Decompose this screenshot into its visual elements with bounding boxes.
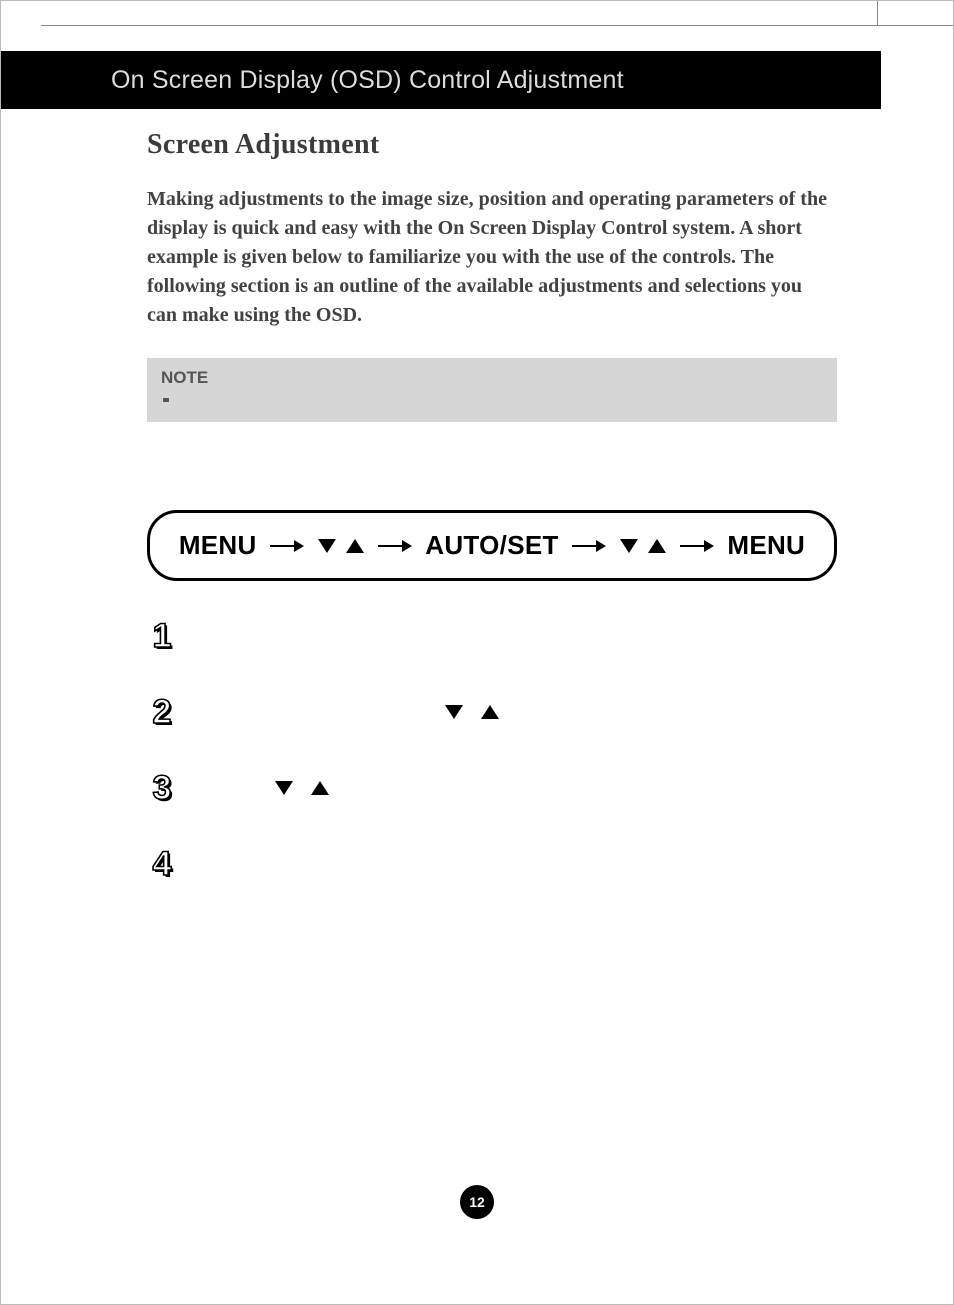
step-row: 2	[147, 693, 837, 731]
page-number: 12	[469, 1194, 485, 1210]
crop-tick	[877, 1, 878, 25]
menu-label: MENU	[179, 530, 257, 561]
down-up-pair	[275, 781, 329, 795]
step-number: 2	[147, 695, 177, 729]
section-title: Screen Adjustment	[147, 129, 847, 161]
page: On Screen Display (OSD) Control Adjustme…	[0, 0, 954, 1305]
arrow-right-icon	[378, 539, 412, 553]
note-box: NOTE	[147, 358, 837, 422]
step-number: 3	[147, 771, 177, 805]
header-title: On Screen Display (OSD) Control Adjustme…	[111, 66, 624, 95]
crop-marks	[1, 1, 953, 51]
down-up-pair	[620, 539, 666, 553]
arrow-right-icon	[270, 539, 304, 553]
header-band: On Screen Display (OSD) Control Adjustme…	[1, 51, 881, 109]
intro-paragraph: Making adjustments to the image size, po…	[147, 185, 837, 330]
down-up-pair	[445, 705, 499, 719]
triangle-up-icon	[346, 539, 364, 553]
steps-list: 1 2 3 4	[147, 617, 837, 883]
triangle-up-icon	[648, 539, 666, 553]
step-row: 3	[147, 769, 837, 807]
triangle-down-icon	[275, 781, 293, 795]
triangle-down-icon	[318, 539, 336, 553]
arrow-right-icon	[680, 539, 714, 553]
note-label: NOTE	[161, 368, 208, 387]
button-flow-box: MENU AUTO/SET MENU	[147, 510, 837, 581]
triangle-down-icon	[445, 705, 463, 719]
down-up-pair	[318, 539, 364, 553]
arrow-right-icon	[572, 539, 606, 553]
triangle-down-icon	[620, 539, 638, 553]
step-row: 4	[147, 845, 837, 883]
autoset-label: AUTO/SET	[425, 530, 558, 561]
step-number: 1	[147, 619, 177, 653]
bullet-icon	[163, 398, 169, 402]
menu-label: MENU	[727, 530, 805, 561]
step-row: 1	[147, 617, 837, 655]
triangle-up-icon	[481, 705, 499, 719]
page-number-badge: 12	[460, 1185, 494, 1219]
content-area: Screen Adjustment Making adjustments to …	[147, 129, 847, 921]
step-number: 4	[147, 847, 177, 881]
triangle-up-icon	[311, 781, 329, 795]
